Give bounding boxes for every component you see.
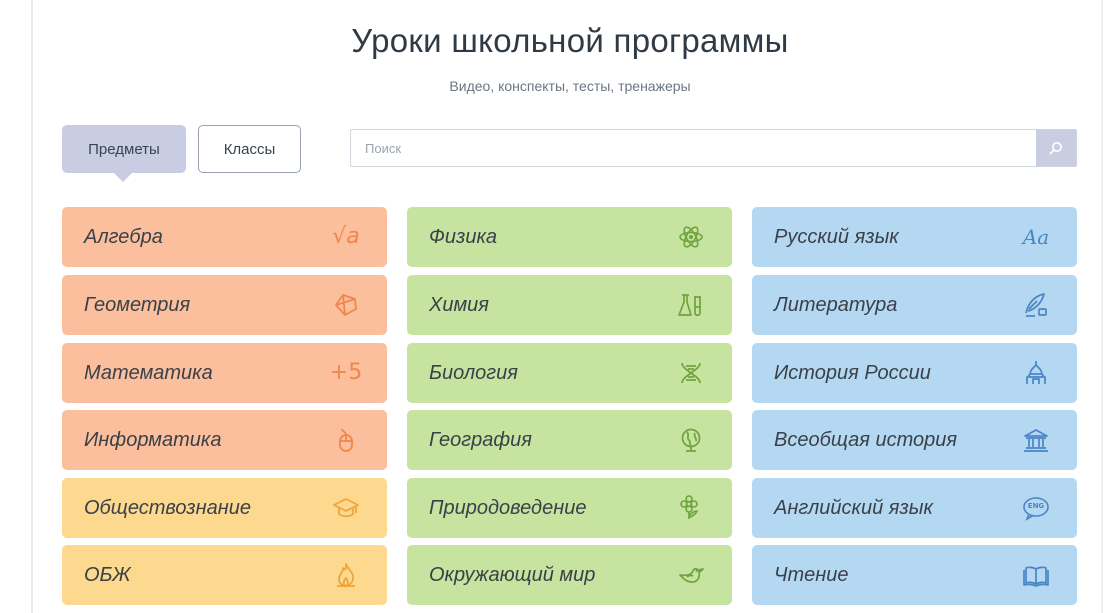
search-icon <box>1049 142 1062 155</box>
tab-classes[interactable]: Классы <box>198 125 301 173</box>
subject-label: Английский язык <box>774 496 933 519</box>
eng-bubble-icon: ENG <box>1023 495 1049 521</box>
subject-label: Биология <box>429 361 518 384</box>
subject-tile-algebra[interactable]: Алгебра √a <box>62 207 387 267</box>
subject-label: Алгебра <box>84 225 163 248</box>
subject-tile-russian[interactable]: Русский язык Aa <box>752 207 1077 267</box>
bird-icon <box>678 562 704 588</box>
subject-label: История России <box>774 361 931 384</box>
subject-tile-life-safety[interactable]: ОБЖ <box>62 545 387 605</box>
subject-tile-reading[interactable]: Чтение <box>752 545 1077 605</box>
museum-icon <box>1023 427 1049 453</box>
book-icon <box>1023 562 1049 588</box>
plus-five-icon: +5 <box>329 360 363 385</box>
page-title: Уроки школьной программы <box>351 22 789 59</box>
tab-subjects[interactable]: Предметы <box>62 125 186 182</box>
subject-tile-literature[interactable]: Литература <box>752 275 1077 335</box>
eng-bubble-text: ENG <box>1027 502 1045 510</box>
subject-label: Русский язык <box>774 225 899 248</box>
subject-label: Математика <box>84 361 213 384</box>
subject-tile-world-history[interactable]: Всеобщая история <box>752 410 1077 470</box>
subject-label: Всеобщая история <box>774 428 958 451</box>
subject-tile-geography[interactable]: География <box>407 410 732 470</box>
flower-icon <box>678 495 704 521</box>
graduation-cap-icon <box>333 495 359 521</box>
subject-tile-russian-history[interactable]: История России <box>752 343 1077 403</box>
subject-tile-english[interactable]: Английский язык ENG <box>752 478 1077 538</box>
globe-icon <box>678 427 704 453</box>
atom-icon <box>678 224 704 250</box>
subject-label: ОБЖ <box>84 563 131 586</box>
tab-classes-label: Классы <box>223 140 276 158</box>
flasks-icon <box>678 292 704 318</box>
letters-icon: Aa <box>1022 225 1050 249</box>
subject-label: Природоведение <box>429 496 587 519</box>
subject-label: География <box>429 428 532 451</box>
subject-label: Информатика <box>84 428 222 451</box>
tab-subjects-label: Предметы <box>88 140 160 158</box>
subject-tile-geometry[interactable]: Геометрия <box>62 275 387 335</box>
subject-label: Обществознание <box>84 496 251 519</box>
quill-icon <box>1023 292 1049 318</box>
subject-label: Геометрия <box>84 293 191 316</box>
subject-tile-math[interactable]: Математика +5 <box>62 343 387 403</box>
subject-label: Чтение <box>774 563 849 586</box>
search-input[interactable] <box>351 130 1031 166</box>
subject-label: Химия <box>429 293 489 316</box>
subject-label: Физика <box>429 225 498 248</box>
subject-tile-chemistry[interactable]: Химия <box>407 275 732 335</box>
subject-tile-physics[interactable]: Физика <box>407 207 732 267</box>
sqrt-icon: √a <box>332 224 360 249</box>
subject-label: Окружающий мир <box>429 563 596 586</box>
subject-label: Литература <box>774 293 898 316</box>
page-subtitle: Видео, конспекты, тесты, тренажеры <box>449 78 691 94</box>
subject-tile-social-studies[interactable]: Обществознание <box>62 478 387 538</box>
subject-tile-natural-science[interactable]: Природоведение <box>407 478 732 538</box>
subject-tile-biology[interactable]: Биология <box>407 343 732 403</box>
mouse-icon <box>333 427 359 453</box>
fire-icon <box>333 562 359 588</box>
cathedral-icon <box>1023 360 1049 386</box>
subject-tile-informatics[interactable]: Информатика <box>62 410 387 470</box>
dna-icon <box>678 360 704 386</box>
search-bar <box>350 129 1077 167</box>
search-button[interactable] <box>1036 130 1076 166</box>
polyhedron-icon <box>333 292 359 318</box>
subject-tile-world-around[interactable]: Окружающий мир <box>407 545 732 605</box>
